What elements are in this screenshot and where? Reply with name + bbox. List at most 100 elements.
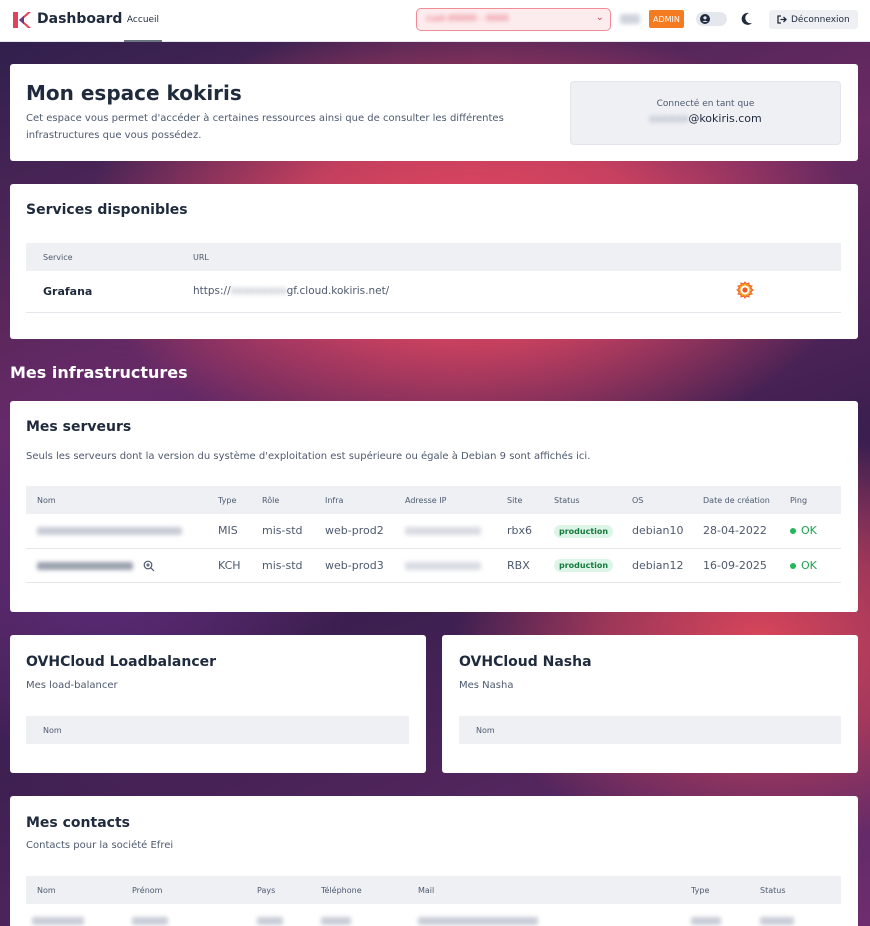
- col-os: OS: [632, 486, 703, 514]
- url-suffix: gf.cloud.kokiris.net/: [286, 285, 390, 298]
- server-type: MIS: [218, 514, 262, 549]
- services-title: Services disponibles: [26, 202, 188, 218]
- loadbalancer-subtitle: Mes load-balancer: [26, 680, 118, 691]
- brand-title[interactable]: Dashboard: [37, 11, 122, 27]
- email-domain: @kokiris.com: [688, 112, 762, 125]
- server-os: debian12: [632, 548, 703, 583]
- nav-tab-home[interactable]: Accueil: [124, 0, 162, 42]
- loadbalancer-title: OVHCloud Loadbalancer: [26, 654, 217, 670]
- col-site: Site: [507, 486, 554, 514]
- server-ip-hidden: [405, 548, 507, 583]
- col-infra: Infra: [325, 486, 405, 514]
- servers-title: Mes serveurs: [26, 419, 132, 435]
- infrastructures-heading: Mes infrastructures: [10, 363, 188, 382]
- user-toggle[interactable]: [696, 12, 727, 26]
- logout-label: Déconnexion: [791, 14, 850, 25]
- services-table: Service URL Grafana https://xxxxxxxxxgf.…: [26, 243, 841, 313]
- col-type: Type: [218, 486, 262, 514]
- url-hidden: xxxxxxxxx: [230, 285, 287, 298]
- table-row: Grafana https://xxxxxxxxxgf.cloud.kokiri…: [26, 271, 841, 313]
- chevron-down-icon: ⌄: [595, 12, 604, 23]
- connected-user-box: Connecté en tant que xxxxxx@kokiris.com: [570, 81, 841, 145]
- col-status: Status: [760, 876, 841, 904]
- server-os: debian10: [632, 514, 703, 549]
- table-row[interactable]: [26, 904, 841, 926]
- contact-type-hidden: [691, 904, 760, 926]
- contact-firstname-hidden: [132, 904, 257, 926]
- loadbalancer-card: OVHCloud Loadbalancer Mes load-balancer …: [10, 635, 426, 773]
- contact-name-hidden: [26, 904, 132, 926]
- server-created: 16-09-2025: [703, 548, 790, 583]
- ping-status-dot: [790, 562, 796, 569]
- server-site: rbx6: [507, 514, 554, 549]
- page-title: Mon espace kokiris: [26, 81, 242, 105]
- col-mail: Mail: [418, 876, 691, 904]
- url-prefix: https://: [193, 285, 231, 298]
- col-nom: Nom: [459, 716, 841, 744]
- servers-table: Nom Type Rôle Infra Adresse IP Site Stat…: [26, 486, 841, 583]
- col-nom: Nom: [26, 486, 218, 514]
- logout-button[interactable]: Déconnexion: [769, 10, 858, 29]
- server-ip-hidden: [405, 514, 507, 549]
- kokiris-logo-icon[interactable]: [11, 11, 31, 29]
- nasha-subtitle: Mes Nasha: [459, 680, 514, 691]
- server-role: mis-std: [262, 514, 325, 549]
- nasha-card: OVHCloud Nasha Mes Nasha Nom: [442, 635, 858, 773]
- top-bar: Dashboard Accueil cust-00000 - 0000 ⌄ AD…: [0, 0, 870, 42]
- zoom-in-icon[interactable]: [143, 560, 155, 572]
- server-created: 28-04-2022: [703, 514, 790, 549]
- col-nom: Nom: [26, 876, 132, 904]
- nasha-table: Nom: [459, 716, 841, 744]
- contacts-table: Nom Prénom Pays Téléphone Mail Type Stat…: [26, 876, 841, 926]
- servers-description: Seuls les serveurs dont la version du sy…: [26, 451, 591, 462]
- server-ping: OK: [801, 558, 817, 572]
- col-action: [736, 243, 841, 271]
- table-row[interactable]: MIS mis-std web-prod2 rbx6 production de…: [26, 514, 841, 549]
- server-infra: web-prod3: [325, 548, 405, 583]
- status-badge: production: [554, 559, 614, 572]
- user-name-hidden: [620, 14, 640, 24]
- col-ip: Adresse IP: [405, 486, 507, 514]
- nasha-title: OVHCloud Nasha: [459, 654, 592, 670]
- contact-phone-hidden: [321, 904, 418, 926]
- col-date: Date de création: [703, 486, 790, 514]
- col-telephone: Téléphone: [321, 876, 418, 904]
- server-status-cell: production: [554, 514, 632, 549]
- table-row[interactable]: KCH mis-std web-prod3 RBX production deb…: [26, 548, 841, 583]
- service-name: Grafana: [26, 271, 193, 313]
- contacts-title: Mes contacts: [26, 815, 130, 831]
- contact-mail-hidden: [418, 904, 691, 926]
- server-name-hidden: [26, 514, 218, 549]
- grafana-icon[interactable]: [736, 280, 754, 299]
- connected-as-label: Connecté en tant que: [656, 99, 755, 109]
- email-hidden: xxxxxx: [649, 112, 689, 125]
- col-pays: Pays: [257, 876, 321, 904]
- col-role: Rôle: [262, 486, 325, 514]
- contact-status-hidden: [760, 904, 841, 926]
- col-type: Type: [691, 876, 760, 904]
- col-status: Status: [554, 486, 632, 514]
- server-site: RBX: [507, 548, 554, 583]
- ping-status-dot: [790, 528, 796, 535]
- server-ping-cell: OK: [790, 514, 841, 549]
- customer-select-value: cust-00000 - 0000: [426, 14, 509, 24]
- welcome-card: Mon espace kokiris Cet espace vous perme…: [10, 64, 858, 161]
- server-infra: web-prod2: [325, 514, 405, 549]
- col-nom: Nom: [26, 716, 409, 744]
- service-open-cell: [736, 271, 841, 313]
- server-role: mis-std: [262, 548, 325, 583]
- contacts-card: Mes contacts Contacts pour la société Ef…: [10, 796, 858, 926]
- col-ping: Ping: [790, 486, 841, 514]
- col-url: URL: [193, 243, 736, 271]
- server-name-hidden: [26, 548, 218, 583]
- connected-email: xxxxxx@kokiris.com: [571, 112, 840, 125]
- customer-select[interactable]: cust-00000 - 0000 ⌄: [416, 8, 611, 31]
- servers-card: Mes serveurs Seuls les serveurs dont la …: [10, 401, 858, 612]
- logout-icon: [777, 15, 787, 24]
- server-ping-cell: OK: [790, 548, 841, 583]
- services-card: Services disponibles Service URL Grafana…: [10, 184, 858, 339]
- service-url[interactable]: https://xxxxxxxxxgf.cloud.kokiris.net/: [193, 271, 736, 313]
- moon-icon[interactable]: [740, 11, 754, 27]
- server-type: KCH: [218, 548, 262, 583]
- contact-country-hidden: [257, 904, 321, 926]
